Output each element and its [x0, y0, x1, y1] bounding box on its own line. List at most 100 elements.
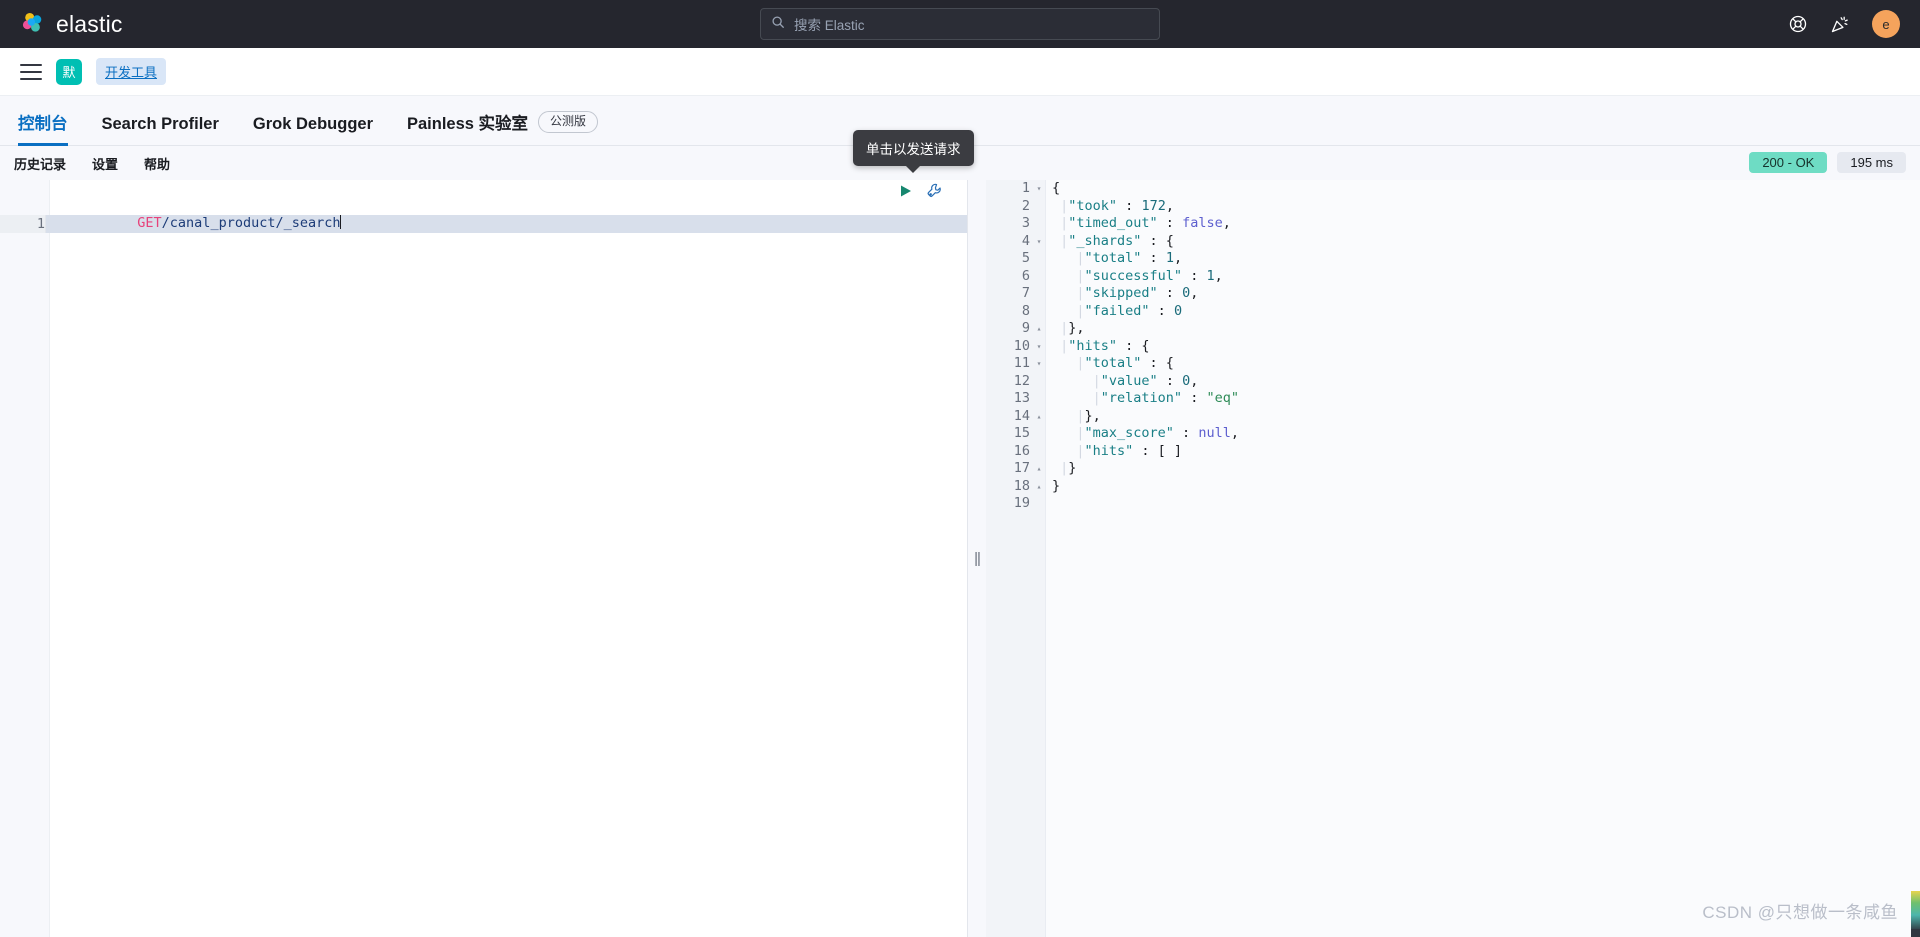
- response-line: 17 ▴ |}: [986, 460, 1920, 478]
- global-search-wrapper: 搜索 Elastic: [760, 8, 1160, 40]
- response-line-text: |"successful" : 1,: [1052, 267, 1223, 284]
- tab-grok-debugger-label: Grok Debugger: [252, 115, 373, 133]
- request-action-icons: [898, 182, 943, 204]
- response-line-text: |"timed_out" : false,: [1052, 215, 1231, 231]
- brand[interactable]: elastic: [20, 11, 123, 38]
- tab-painless-lab-label: Painless 实验室: [407, 115, 529, 133]
- tooltip-text: 单击以发送请求: [866, 142, 961, 157]
- response-line-text: |"_shards" : {: [1052, 232, 1174, 249]
- response-line: 5 |"total" : 1,: [986, 250, 1920, 268]
- scroll-corner: [1911, 929, 1920, 937]
- response-status-group: 200 - OK 195 ms: [1749, 152, 1906, 173]
- response-line-text: |"relation" : "eq": [1052, 390, 1239, 406]
- response-line-text: |}: [1052, 460, 1077, 476]
- response-line-number: 13: [1013, 390, 1030, 406]
- response-line-text: |"failed" : 0: [1052, 302, 1183, 319]
- response-line-number: 1: [1021, 180, 1030, 196]
- request-code[interactable]: 1 GET/canal_product/_search: [0, 180, 967, 268]
- response-line-number: 19: [1013, 495, 1030, 511]
- tab-console[interactable]: 控制台: [18, 110, 68, 146]
- request-line-1[interactable]: 1 GET/canal_product/_search: [0, 215, 967, 233]
- drag-handle-icon: ||: [974, 550, 981, 567]
- response-line-text: |"value" : 0,: [1052, 372, 1199, 389]
- space-badge[interactable]: 默: [56, 58, 82, 85]
- response-line-number: 3: [1021, 215, 1030, 231]
- response-line-number: 18: [1013, 477, 1030, 494]
- fold-toggle-icon[interactable]: ▴: [1032, 478, 1046, 496]
- response-line-number: 12: [1013, 372, 1030, 389]
- hamburger-menu-icon[interactable]: [20, 63, 42, 80]
- fold-toggle-icon[interactable]: ▾: [1032, 233, 1046, 251]
- response-line-text: |"max_score" : null,: [1052, 425, 1239, 441]
- response-line-text: |"total" : {: [1052, 355, 1174, 371]
- response-output-pane[interactable]: 1 ▾{2 |"took" : 172, 3 |"timed_out" : fals…: [986, 180, 1920, 937]
- send-request-tooltip: 单击以发送请求: [853, 130, 974, 166]
- fold-toggle-icon[interactable]: ▾: [1032, 180, 1046, 198]
- response-line-text: |"skipped" : 0,: [1052, 285, 1199, 301]
- request-editor-pane[interactable]: 1 GET/canal_product/_search: [0, 180, 968, 937]
- response-line-text: |},: [1052, 320, 1085, 336]
- response-line: 3 |"timed_out" : false,: [986, 215, 1920, 233]
- scrollbar-thumb[interactable]: [1911, 891, 1920, 931]
- tab-search-profiler[interactable]: Search Profiler: [102, 115, 219, 145]
- fold-toggle-icon[interactable]: ▴: [1032, 408, 1046, 426]
- response-line-number: 10: [1013, 337, 1030, 354]
- response-line-text: |"hits" : [ ]: [1052, 442, 1183, 459]
- response-line: 16 |"hits" : [ ]: [986, 443, 1920, 461]
- tab-console-label: 控制台: [18, 115, 68, 133]
- breadcrumb-link-dev-tools[interactable]: 开发工具: [96, 58, 167, 85]
- fold-toggle-icon[interactable]: ▴: [1032, 460, 1046, 478]
- elastic-logo-icon: [20, 11, 46, 37]
- party-popper-news-icon[interactable]: [1830, 14, 1850, 34]
- response-line-text: |"total" : 1,: [1052, 250, 1183, 266]
- play-send-request-icon[interactable]: [898, 183, 914, 204]
- search-icon: [771, 15, 785, 34]
- response-line: 14 ▴ |},: [986, 408, 1920, 426]
- response-line: 10 ▾ |"hits" : {: [986, 338, 1920, 356]
- header-actions: e: [1788, 10, 1900, 38]
- response-line: 8 |"failed" : 0: [986, 303, 1920, 321]
- text-caret: [340, 215, 342, 230]
- pane-splitter[interactable]: ||: [968, 180, 986, 937]
- response-line: 18 ▴}: [986, 478, 1920, 496]
- response-code[interactable]: 1 ▾{2 |"took" : 172, 3 |"timed_out" : fals…: [986, 180, 1920, 513]
- beta-badge: 公测版: [538, 111, 599, 133]
- brand-name: elastic: [56, 10, 123, 37]
- fold-toggle-icon[interactable]: ▾: [1032, 338, 1046, 356]
- toolbar-link-help[interactable]: 帮助: [144, 154, 170, 173]
- response-line: 2 |"took" : 172,: [986, 198, 1920, 216]
- avatar[interactable]: e: [1872, 10, 1900, 38]
- search-input[interactable]: 搜索 Elastic: [760, 8, 1160, 40]
- toolbar-link-settings[interactable]: 设置: [92, 154, 118, 173]
- response-line-number: 8: [1021, 302, 1030, 319]
- request-gutter: [0, 180, 50, 937]
- watermark: CSDN @只想做一条咸鱼: [1702, 903, 1898, 922]
- response-line: 1 ▾ {: [986, 180, 1920, 198]
- tab-search-profiler-label: Search Profiler: [101, 115, 219, 133]
- fold-toggle-icon[interactable]: ▴: [1032, 320, 1046, 338]
- response-line-text: {: [1052, 180, 1061, 196]
- response-line-number: 14: [1013, 407, 1030, 424]
- tab-grok-debugger[interactable]: Grok Debugger: [253, 115, 373, 145]
- breadcrumb-bar: 默 开发工具: [0, 48, 1920, 96]
- lifebuoy-help-icon[interactable]: [1788, 14, 1808, 34]
- toolbar-link-history[interactable]: 历史记录: [14, 154, 66, 173]
- console-panes: 1 GET/canal_product/_search || 1 ▾ {2 |…: [0, 180, 1920, 937]
- response-line: 19: [986, 495, 1920, 513]
- response-line-number: 17: [1013, 460, 1030, 476]
- response-line: 13 |"relation" : "eq": [986, 390, 1920, 408]
- response-line-number: 16: [1013, 442, 1030, 459]
- response-line-number: 11: [1013, 355, 1030, 371]
- status-badge: 200 - OK: [1749, 152, 1828, 173]
- request-line-number: 1: [0, 215, 46, 233]
- response-line-number: 7: [1021, 285, 1030, 301]
- global-header: elastic 搜索 Elastic e: [0, 0, 1920, 48]
- request-method: GET: [137, 215, 162, 232]
- response-line-number: 5: [1021, 250, 1030, 266]
- response-line: 7 |"skipped" : 0,: [986, 285, 1920, 303]
- tab-painless-lab[interactable]: Painless 实验室 公测版: [407, 110, 599, 145]
- response-time-badge: 195 ms: [1837, 152, 1906, 173]
- wrench-options-icon[interactable]: [926, 182, 943, 204]
- response-line: 15 |"max_score" : null,: [986, 425, 1920, 443]
- fold-toggle-icon[interactable]: ▾: [1032, 355, 1046, 373]
